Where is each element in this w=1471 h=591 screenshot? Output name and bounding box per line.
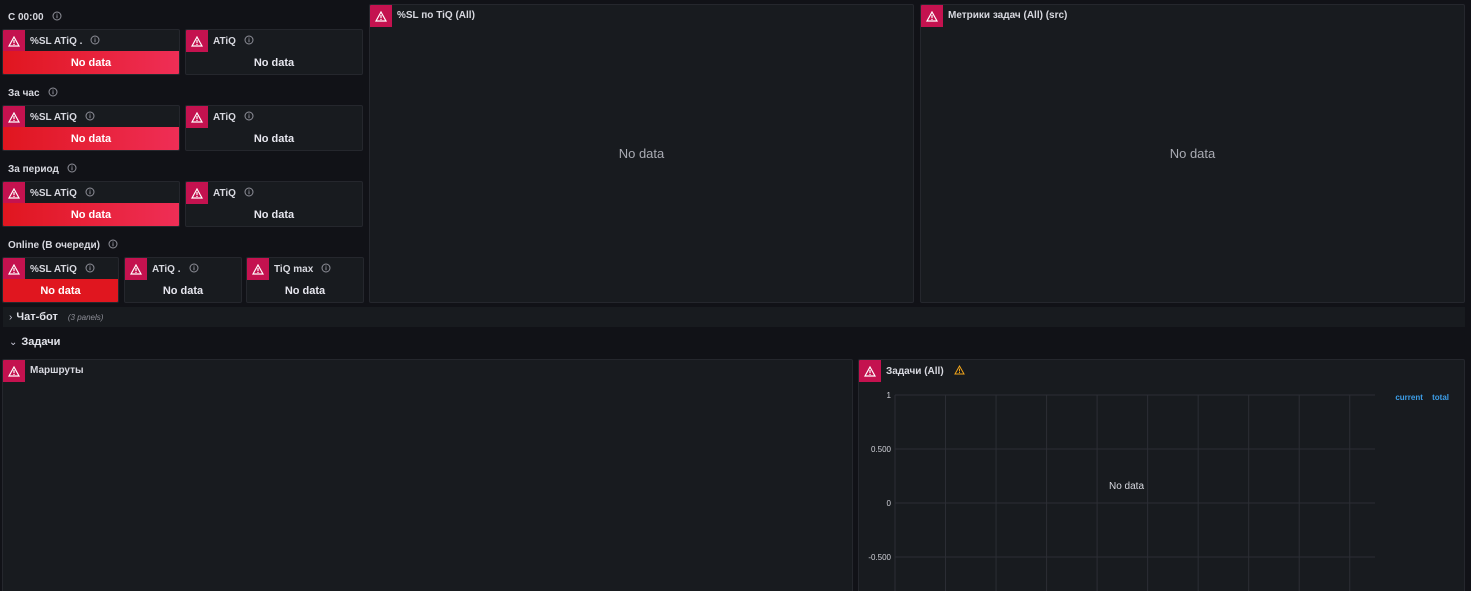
row-panel-count: (3 panels) — [67, 312, 104, 322]
stat-panel-atiq-period[interactable]: ATiQ No data — [185, 181, 363, 227]
panel-title-text: %SL ATiQ — [30, 264, 77, 276]
panel-title-text: ATiQ — [213, 36, 236, 48]
y-tick-label: -0.500 — [868, 553, 891, 562]
panel-title-text: ATiQ . — [152, 264, 181, 276]
panel-title-text: TiQ max — [274, 264, 314, 276]
panel-title-text: ATiQ — [213, 112, 236, 124]
legend-total[interactable]: total — [1432, 393, 1449, 402]
y-axis-ticks: 1 0.500 0 -0.500 — [868, 391, 891, 562]
y-tick-label: 0.500 — [871, 445, 892, 454]
stat-panel-sl-atiq-s0000[interactable]: %SL ATiQ . No data — [2, 29, 180, 75]
chevron-down-icon: ⌄ — [9, 336, 18, 348]
row-title: Задачи — [21, 336, 61, 348]
section-label-hour: За час — [8, 87, 58, 100]
panel-title: ATiQ — [213, 35, 254, 48]
panel-title-text: %SL ATiQ — [30, 188, 77, 200]
section-label-text: Online (В очереди) — [8, 240, 100, 252]
stat-panel-tiq-max-online[interactable]: TiQ max No data — [246, 257, 364, 303]
warning-icon[interactable] — [186, 182, 208, 204]
stat-value: No data — [284, 284, 326, 297]
panel-title: %SL ATiQ — [30, 187, 95, 200]
chevron-right-icon: › — [9, 311, 13, 323]
row-title: Чат-бот — [16, 311, 58, 323]
panel-sl-by-tiq[interactable]: %SL по TiQ (All) No data — [369, 4, 914, 303]
panel-title: Маршруты — [30, 365, 84, 376]
row-header-tasks[interactable]: ⌄ Задачи — [3, 332, 1465, 352]
info-icon[interactable] — [52, 11, 62, 24]
info-icon[interactable] — [244, 187, 254, 200]
stat-value: No data — [3, 51, 179, 74]
no-data-message: No data — [618, 146, 665, 161]
stat-value: No data — [3, 203, 179, 226]
stat-panel-sl-atiq-period[interactable]: %SL ATiQ No data — [2, 181, 180, 227]
warning-icon[interactable] — [247, 258, 269, 280]
warning-icon[interactable] — [3, 258, 25, 280]
info-icon[interactable] — [85, 187, 95, 200]
stat-panel-atiq-s0000[interactable]: ATiQ No data — [185, 29, 363, 75]
stat-value: No data — [162, 284, 204, 297]
panel-task-metrics[interactable]: Метрики задач (All) (src) No data — [920, 4, 1465, 303]
panel-title: ATiQ . — [152, 263, 199, 276]
panel-title: %SL ATiQ . — [30, 35, 100, 48]
stat-value: No data — [3, 279, 118, 302]
info-icon[interactable] — [108, 239, 118, 252]
y-tick-label: 0 — [887, 499, 892, 508]
section-label-text: С 00:00 — [8, 12, 44, 24]
panel-title: ATiQ — [213, 111, 254, 124]
panel-title: %SL ATiQ — [30, 263, 95, 276]
section-label-s0000: С 00:00 — [8, 11, 62, 24]
panel-routes[interactable]: Маршруты — [2, 359, 853, 591]
info-icon[interactable] — [48, 87, 58, 100]
row-header-chatbot[interactable]: › Чат-бот (3 panels) — [3, 307, 1465, 327]
warning-icon[interactable] — [125, 258, 147, 280]
warning-icon[interactable] — [3, 106, 25, 128]
info-icon[interactable] — [67, 163, 77, 176]
stat-panel-sl-atiq-hour[interactable]: %SL ATiQ No data — [2, 105, 180, 151]
section-label-text: За час — [8, 88, 40, 100]
info-icon[interactable] — [85, 263, 95, 276]
stat-value: No data — [253, 56, 295, 69]
warning-icon[interactable] — [186, 30, 208, 52]
info-icon[interactable] — [321, 263, 331, 276]
panel-title-text: ATiQ — [213, 188, 236, 200]
warning-icon[interactable] — [186, 106, 208, 128]
panel-title: ATiQ — [213, 187, 254, 200]
chart-legend: current total — [1388, 393, 1449, 402]
section-label-text: За период — [8, 164, 59, 176]
tasks-chart: 1 0.500 0 -0.500 — [868, 391, 1375, 591]
stat-panel-sl-atiq-online[interactable]: %SL ATiQ No data — [2, 257, 119, 303]
info-icon[interactable] — [85, 111, 95, 124]
chart-grid — [894, 394, 1375, 591]
no-data-message: No data — [1169, 146, 1216, 161]
y-tick-label: 1 — [887, 391, 892, 400]
info-icon[interactable] — [244, 111, 254, 124]
stat-value: No data — [253, 208, 295, 221]
warning-icon[interactable] — [3, 182, 25, 204]
panel-title-text: %SL ATiQ . — [30, 36, 83, 48]
stat-value: No data — [253, 132, 295, 145]
warning-icon[interactable] — [3, 30, 25, 52]
panel-tasks-graph[interactable]: Задачи (All) 1 0.500 0 -0.500 No data curre… — [858, 359, 1465, 591]
info-icon[interactable] — [189, 263, 199, 276]
legend-current[interactable]: current — [1395, 393, 1423, 402]
section-label-online: Online (В очереди) — [8, 239, 118, 252]
stat-panel-atiq-online[interactable]: ATiQ . No data — [124, 257, 242, 303]
stat-panel-atiq-hour[interactable]: ATiQ No data — [185, 105, 363, 151]
stat-value: No data — [3, 127, 179, 150]
no-data-message: No data — [1109, 481, 1145, 492]
info-icon[interactable] — [244, 35, 254, 48]
panel-title-text: %SL ATiQ — [30, 112, 77, 124]
panel-title: TiQ max — [274, 263, 331, 276]
warning-icon[interactable] — [3, 360, 25, 382]
info-icon[interactable] — [90, 35, 100, 48]
section-label-period: За период — [8, 163, 77, 176]
panel-title: %SL ATiQ — [30, 111, 95, 124]
